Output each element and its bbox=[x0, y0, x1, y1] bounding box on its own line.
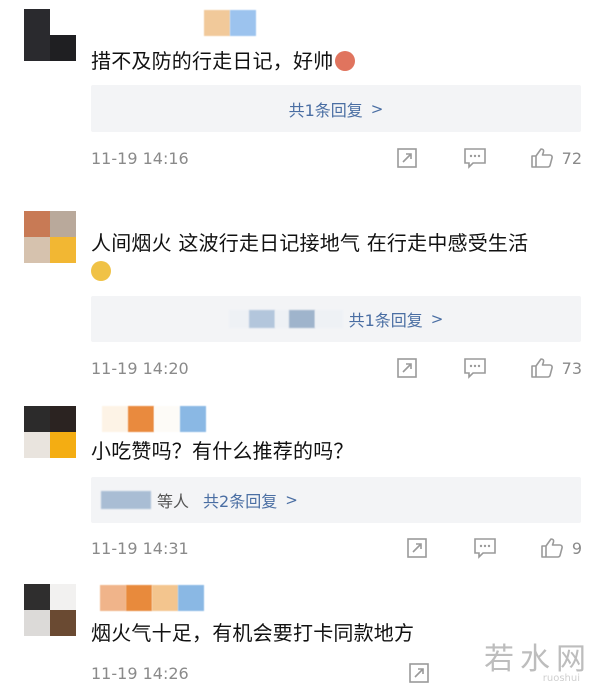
share-icon[interactable] bbox=[406, 661, 432, 685]
username-blurred[interactable] bbox=[204, 10, 256, 36]
reply-count-label: 共2条回复 bbox=[203, 492, 278, 511]
like-icon bbox=[541, 538, 563, 558]
reply-users-suffix: 等人 bbox=[157, 492, 190, 511]
like-button[interactable]: 73 bbox=[530, 357, 582, 379]
comment-text: 小吃赞吗？有什么推荐的吗？ bbox=[91, 439, 354, 463]
comment-icon[interactable] bbox=[462, 146, 488, 170]
comment-meta: 11-19 14:31 9 bbox=[91, 536, 582, 560]
avatar[interactable] bbox=[24, 211, 76, 263]
watermark-subtext: ruoshui bbox=[542, 673, 580, 684]
like-count: 72 bbox=[561, 148, 582, 168]
share-icon[interactable] bbox=[404, 536, 430, 560]
reply-summary[interactable]: 等人 共2条回复 > bbox=[91, 477, 581, 523]
reply-users-blurred bbox=[101, 491, 151, 509]
share-icon[interactable] bbox=[394, 146, 420, 170]
comment-meta: 11-19 14:16 72 bbox=[91, 146, 582, 170]
avatar[interactable] bbox=[24, 406, 76, 458]
comment-icon[interactable] bbox=[472, 536, 498, 560]
comment-item: 人间烟火 这波行走日记接地气 在行走中感受生活 共1条回复 > 11-19 14… bbox=[0, 200, 600, 400]
timestamp: 11-19 14:31 bbox=[91, 538, 189, 558]
avatar[interactable] bbox=[24, 9, 76, 61]
like-count: 9 bbox=[571, 538, 582, 558]
comment-item: 措不及防的行走日记，好帅 共1条回复 > 11-19 14:16 72 bbox=[0, 0, 600, 200]
comment-text: 措不及防的行走日记，好帅 bbox=[91, 47, 580, 75]
like-count: 73 bbox=[561, 358, 582, 378]
reply-count-label: 共1条回复 bbox=[348, 311, 423, 330]
chevron-right-icon: > bbox=[285, 491, 298, 509]
comment-item: 小吃赞吗？有什么推荐的吗？ 等人 共2条回复 > 11-19 14:31 9 bbox=[0, 395, 600, 575]
reply-users-blurred bbox=[228, 310, 343, 328]
like-icon bbox=[530, 358, 553, 378]
like-button[interactable]: 72 bbox=[530, 147, 582, 169]
emoji-icon bbox=[335, 51, 356, 71]
chevron-right-icon: > bbox=[430, 310, 444, 328]
like-button[interactable]: 9 bbox=[540, 537, 582, 559]
timestamp: 11-19 14:16 bbox=[91, 148, 189, 168]
chevron-right-icon: > bbox=[370, 99, 384, 118]
avatar[interactable] bbox=[24, 584, 76, 636]
like-icon bbox=[530, 148, 553, 168]
timestamp: 11-19 14:26 bbox=[91, 663, 189, 683]
username-blurred[interactable] bbox=[100, 585, 204, 611]
reply-summary[interactable]: 共1条回复 > bbox=[91, 85, 581, 132]
emoji-icon bbox=[91, 261, 111, 281]
timestamp: 11-19 14:20 bbox=[91, 358, 189, 378]
username-blurred[interactable] bbox=[102, 406, 206, 432]
comment-icon[interactable] bbox=[462, 356, 488, 380]
reply-summary[interactable]: 共1条回复 > bbox=[91, 296, 581, 342]
watermark: 若水网 bbox=[484, 642, 592, 677]
share-icon[interactable] bbox=[394, 356, 420, 380]
comment-meta: 11-19 14:20 73 bbox=[91, 356, 582, 380]
reply-count-label: 共1条回复 bbox=[288, 100, 363, 120]
comment-text: 人间烟火 这波行走日记接地气 在行走中感受生活 bbox=[91, 229, 580, 285]
